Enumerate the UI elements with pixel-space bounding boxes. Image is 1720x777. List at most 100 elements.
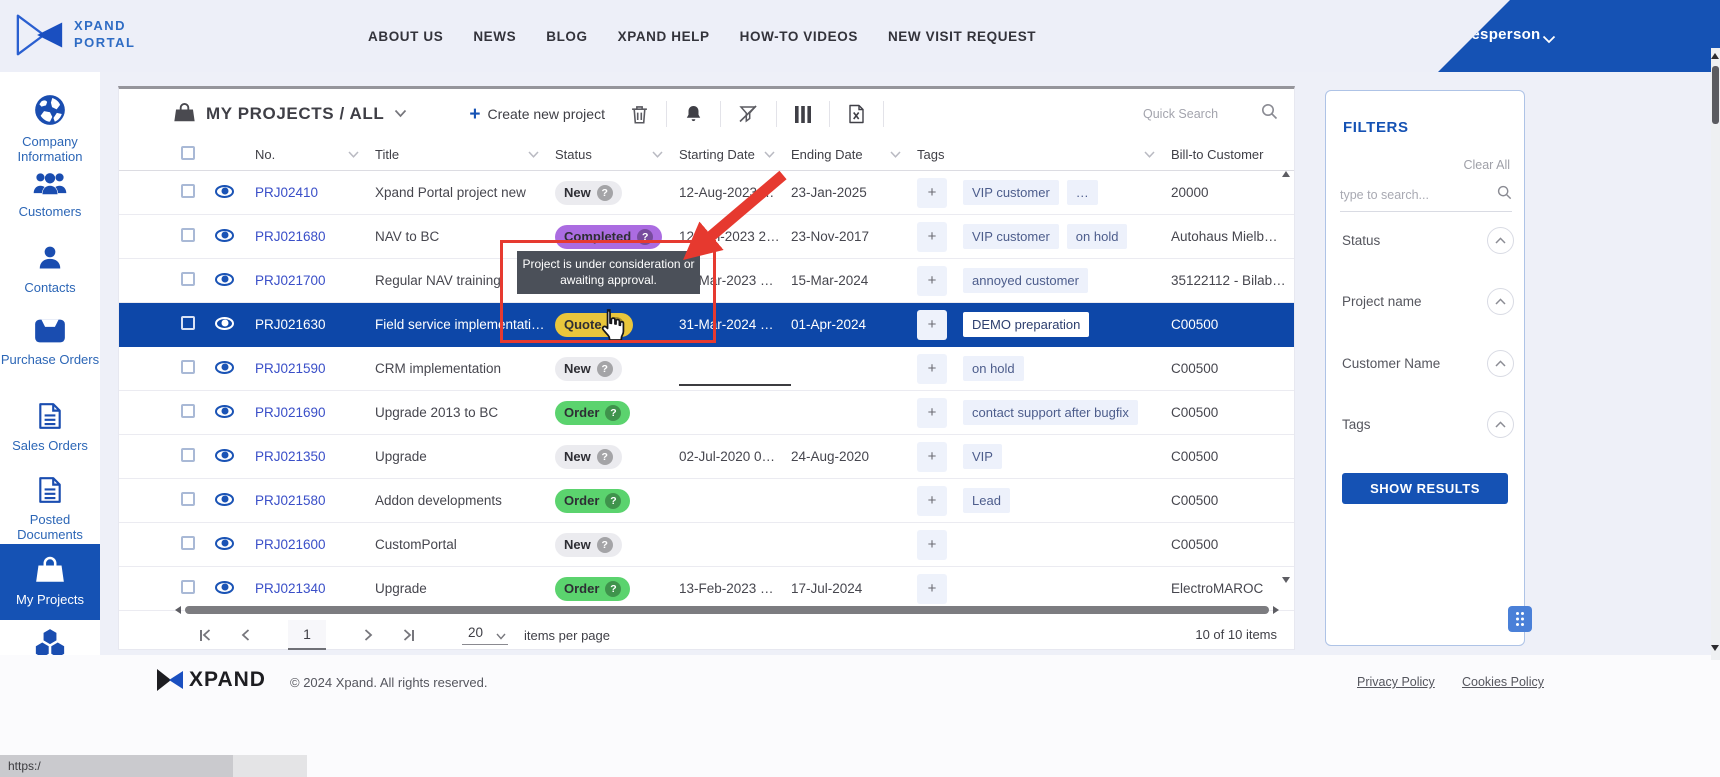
help-icon[interactable]: ? bbox=[605, 581, 621, 597]
column-header-title[interactable]: Title bbox=[375, 147, 555, 162]
sidebar-item-posted-documents[interactable]: Posted Documents bbox=[0, 476, 100, 543]
add-tag-button[interactable]: + bbox=[917, 178, 947, 208]
show-results-button[interactable]: SHOW RESULTS bbox=[1342, 473, 1508, 504]
search-icon[interactable] bbox=[1497, 185, 1512, 205]
sidebar-item-company-information[interactable]: Company Information bbox=[0, 94, 100, 165]
nav-news[interactable]: NEWS bbox=[473, 29, 516, 44]
collapse-chevron-icon[interactable] bbox=[1487, 411, 1514, 438]
row-checkbox[interactable] bbox=[181, 360, 195, 374]
row-checkbox[interactable] bbox=[181, 272, 195, 286]
scroll-down-icon[interactable] bbox=[1711, 645, 1719, 651]
first-page-button[interactable] bbox=[196, 625, 215, 645]
columns-button[interactable] bbox=[791, 104, 815, 125]
help-icon[interactable]: ? bbox=[597, 361, 613, 377]
add-tag-button[interactable]: + bbox=[917, 398, 947, 428]
project-link[interactable]: PRJ021600 bbox=[255, 537, 326, 552]
tag-chip[interactable]: VIP customer bbox=[963, 224, 1059, 249]
tag-chip[interactable]: VIP customer bbox=[963, 180, 1059, 205]
table-row[interactable]: PRJ021690 Upgrade 2013 to BC Order? + co… bbox=[119, 391, 1294, 435]
horizontal-scrollbar[interactable] bbox=[175, 605, 1279, 615]
tag-chip[interactable]: annoyed customer bbox=[963, 268, 1088, 293]
delete-button[interactable] bbox=[627, 103, 652, 126]
select-all-checkbox[interactable] bbox=[181, 146, 195, 160]
scroll-right-icon[interactable] bbox=[1273, 606, 1279, 614]
project-link[interactable]: PRJ021580 bbox=[255, 493, 326, 508]
project-link[interactable]: PRJ021700 bbox=[255, 273, 326, 288]
column-header-ending-date[interactable]: Ending Date bbox=[791, 147, 917, 162]
panel-drag-handle[interactable] bbox=[1508, 606, 1532, 632]
sidebar-item-sales-orders[interactable]: Sales Orders bbox=[0, 402, 100, 454]
view-eye-icon[interactable] bbox=[215, 229, 234, 242]
table-row[interactable]: PRJ021580 Addon developments Order? + Le… bbox=[119, 479, 1294, 523]
row-checkbox[interactable] bbox=[181, 228, 195, 242]
row-checkbox[interactable] bbox=[181, 316, 195, 330]
tag-chip[interactable]: Lead bbox=[963, 488, 1010, 513]
scroll-down-icon[interactable] bbox=[1282, 577, 1290, 583]
scroll-left-icon[interactable] bbox=[175, 606, 181, 614]
sidebar-item-my-projects[interactable]: My Projects bbox=[0, 544, 100, 620]
row-checkbox[interactable] bbox=[181, 448, 195, 462]
add-tag-button[interactable]: + bbox=[917, 530, 947, 560]
next-page-button[interactable] bbox=[360, 625, 377, 645]
chevron-down-icon[interactable] bbox=[1542, 31, 1556, 49]
tag-chip[interactable]: … bbox=[1067, 180, 1098, 205]
table-row[interactable]: PRJ021350 Upgrade New? 02-Jul-2020 0… 24… bbox=[119, 435, 1294, 479]
project-link[interactable]: PRJ02410 bbox=[255, 185, 318, 200]
column-header-status[interactable]: Status bbox=[555, 147, 679, 162]
filter-search-input[interactable] bbox=[1340, 188, 1480, 202]
view-eye-icon[interactable] bbox=[215, 493, 234, 506]
row-checkbox[interactable] bbox=[181, 404, 195, 418]
column-header-no[interactable]: No. bbox=[255, 147, 375, 162]
notification-bell-icon[interactable] bbox=[1400, 25, 1420, 50]
column-header-tags[interactable]: Tags bbox=[917, 147, 1171, 162]
tag-chip[interactable]: on hold bbox=[963, 356, 1024, 381]
export-excel-button[interactable] bbox=[844, 102, 869, 126]
scrollbar-thumb[interactable] bbox=[1712, 66, 1719, 124]
help-icon[interactable]: ? bbox=[605, 493, 621, 509]
scroll-up-icon[interactable] bbox=[1282, 171, 1290, 177]
sidebar-item-customers[interactable]: Customers bbox=[0, 170, 100, 220]
current-page[interactable]: 1 bbox=[288, 620, 326, 650]
project-link[interactable]: PRJ021680 bbox=[255, 229, 326, 244]
collapse-chevron-icon[interactable] bbox=[1487, 288, 1514, 315]
tag-chip[interactable]: DEMO preparation bbox=[963, 312, 1089, 337]
project-link[interactable]: PRJ021630 bbox=[255, 317, 326, 332]
project-link[interactable]: PRJ021340 bbox=[255, 581, 326, 596]
project-link[interactable]: PRJ021590 bbox=[255, 361, 326, 376]
add-tag-button[interactable]: + bbox=[917, 354, 947, 384]
search-icon[interactable] bbox=[1261, 103, 1278, 125]
clear-all-button[interactable]: Clear All bbox=[1463, 158, 1510, 172]
sidebar-item-contacts[interactable]: Contacts bbox=[0, 244, 100, 296]
footer-xpand-logo[interactable]: XPAND bbox=[155, 667, 266, 693]
column-header-starting-date[interactable]: Starting Date bbox=[679, 147, 791, 162]
tag-chip[interactable]: contact support after bugfix bbox=[963, 400, 1138, 425]
collapse-chevron-icon[interactable] bbox=[1487, 227, 1514, 254]
nav-how-to-videos[interactable]: HOW-TO VIDEOS bbox=[740, 29, 858, 44]
browser-scrollbar[interactable] bbox=[1711, 48, 1720, 660]
view-eye-icon[interactable] bbox=[215, 185, 234, 198]
scroll-up-icon[interactable] bbox=[1711, 53, 1719, 59]
add-tag-button[interactable]: + bbox=[917, 222, 947, 252]
nav-about-us[interactable]: ABOUT US bbox=[368, 29, 443, 44]
sidebar-item-purchase-orders[interactable]: Purchase Orders bbox=[0, 318, 100, 368]
create-new-project-button[interactable]: + Create new project bbox=[469, 105, 605, 124]
row-checkbox[interactable] bbox=[181, 184, 195, 198]
add-tag-button[interactable]: + bbox=[917, 266, 947, 296]
last-page-button[interactable] bbox=[399, 625, 418, 645]
row-checkbox[interactable] bbox=[181, 536, 195, 550]
user-menu[interactable]: Salesperson bbox=[1448, 26, 1541, 43]
scrollbar-thumb[interactable] bbox=[185, 606, 1269, 614]
cookies-policy-link[interactable]: Cookies Policy bbox=[1462, 675, 1544, 689]
view-eye-icon[interactable] bbox=[215, 581, 234, 594]
help-icon[interactable]: ? bbox=[605, 405, 621, 421]
add-tag-button[interactable]: + bbox=[917, 486, 947, 516]
help-icon[interactable]: ? bbox=[597, 185, 613, 201]
row-checkbox[interactable] bbox=[181, 492, 195, 506]
table-row[interactable]: PRJ021600 CustomPortal New? + C00500 bbox=[119, 523, 1294, 567]
nav-blog[interactable]: BLOG bbox=[546, 29, 587, 44]
quick-search-input[interactable] bbox=[1143, 107, 1253, 121]
privacy-policy-link[interactable]: Privacy Policy bbox=[1357, 675, 1435, 689]
add-tag-button[interactable]: + bbox=[917, 442, 947, 472]
page-size-select[interactable]: 20 bbox=[462, 625, 508, 645]
view-eye-icon[interactable] bbox=[215, 317, 234, 330]
